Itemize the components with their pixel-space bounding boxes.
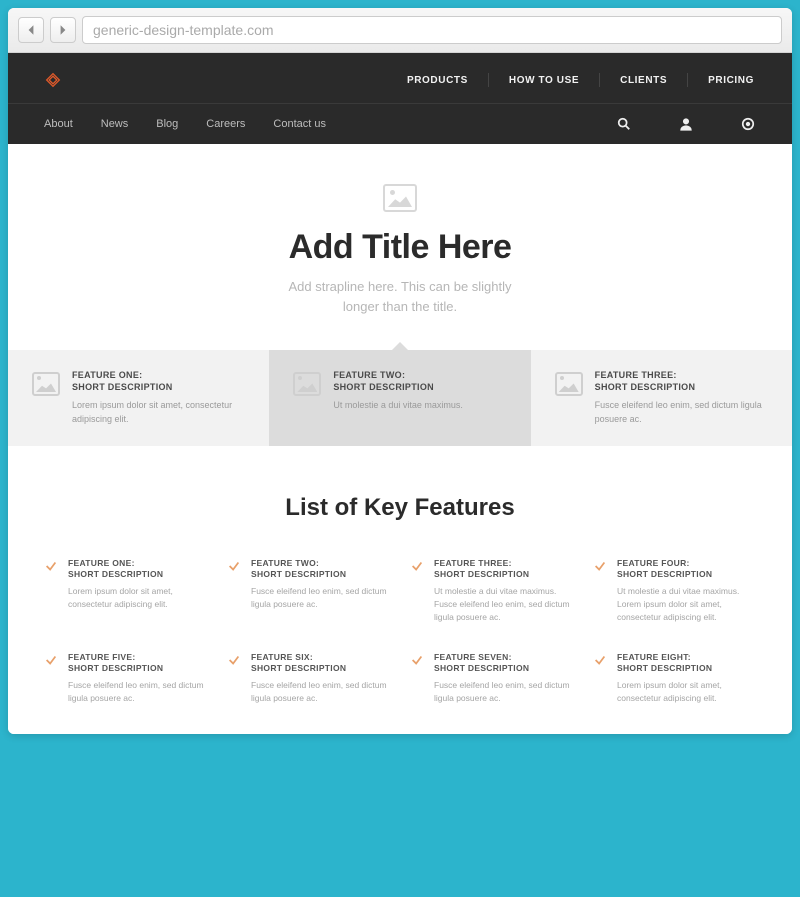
key-feature-item: FEATURE ONE: SHORT DESCRIPTION Lorem ips… — [44, 558, 207, 623]
key-feature-item: FEATURE THREE: SHORT DESCRIPTION Ut mole… — [410, 558, 573, 623]
key-feature-title: FEATURE FIVE: SHORT DESCRIPTION — [68, 652, 207, 674]
hero-strapline: Add strapline here. This can be slightly… — [280, 277, 520, 316]
key-feature-desc: Ut molestie a dui vitae maximus. Fusce e… — [434, 585, 573, 623]
subnav-news[interactable]: News — [101, 118, 129, 130]
key-feature-desc: Fusce eleifend leo enim, sed dictum ligu… — [251, 679, 390, 705]
key-feature-title: FEATURE EIGHT: SHORT DESCRIPTION — [617, 652, 756, 674]
check-icon — [44, 653, 58, 667]
feature-card-3[interactable]: FEATURE THREE: SHORT DESCRIPTION Fusce e… — [531, 350, 792, 446]
feature-card-1[interactable]: FEATURE ONE: SHORT DESCRIPTION Lorem ips… — [8, 350, 269, 446]
logo-icon[interactable] — [44, 71, 62, 89]
key-feature-item: FEATURE SIX: SHORT DESCRIPTION Fusce ele… — [227, 652, 390, 705]
check-icon — [227, 653, 241, 667]
key-feature-desc: Fusce eleifend leo enim, sed dictum ligu… — [251, 585, 390, 611]
nav-separator — [488, 73, 489, 87]
nav-clients[interactable]: CLIENTS — [618, 75, 669, 86]
check-icon — [593, 653, 607, 667]
image-placeholder-icon — [555, 372, 583, 396]
feature-card-desc: Lorem ipsum dolor sit amet, consectetur … — [72, 399, 249, 426]
nav-separator — [687, 73, 688, 87]
feature-card-desc: Fusce eleifend leo enim, sed dictum ligu… — [595, 399, 772, 426]
help-icon[interactable] — [740, 116, 756, 132]
search-icon[interactable] — [616, 116, 632, 132]
nav-how-to-use[interactable]: HOW TO USE — [507, 75, 581, 86]
key-features-section: List of Key Features FEATURE ONE: SHORT … — [8, 446, 792, 734]
key-feature-title: FEATURE FOUR: SHORT DESCRIPTION — [617, 558, 756, 580]
key-feature-desc: Ut molestie a dui vitae maximus. Lorem i… — [617, 585, 756, 623]
subnav-blog[interactable]: Blog — [156, 118, 178, 130]
browser-chrome — [8, 8, 792, 53]
browser-back-button[interactable] — [18, 17, 44, 43]
subnav-about[interactable]: About — [44, 118, 73, 130]
key-features-heading: List of Key Features — [44, 494, 756, 522]
nav-separator — [599, 73, 600, 87]
check-icon — [227, 559, 241, 573]
check-icon — [44, 559, 58, 573]
image-placeholder-icon — [32, 372, 60, 396]
subnav-contact[interactable]: Contact us — [273, 118, 326, 130]
key-feature-title: FEATURE TWO: SHORT DESCRIPTION — [251, 558, 390, 580]
feature-card-title: FEATURE THREE: SHORT DESCRIPTION — [595, 370, 772, 393]
key-feature-desc: Fusce eleifend leo enim, sed dictum ligu… — [68, 679, 207, 705]
subnav-careers[interactable]: Careers — [206, 118, 245, 130]
feature-card-2[interactable]: FEATURE TWO: SHORT DESCRIPTION Ut molest… — [269, 350, 530, 446]
browser-window: PRODUCTS HOW TO USE CLIENTS PRICING Abou… — [8, 8, 792, 734]
key-feature-desc: Lorem ipsum dolor sit amet, consectetur … — [617, 679, 756, 705]
primary-nav: PRODUCTS HOW TO USE CLIENTS PRICING — [8, 53, 792, 104]
key-feature-desc: Fusce eleifend leo enim, sed dictum ligu… — [434, 679, 573, 705]
check-icon — [410, 559, 424, 573]
user-icon[interactable] — [678, 116, 694, 132]
hero-title: Add Title Here — [28, 228, 772, 267]
image-placeholder-icon — [383, 184, 417, 212]
check-icon — [410, 653, 424, 667]
secondary-nav: About News Blog Careers Contact us — [8, 104, 792, 144]
key-feature-item: FEATURE SEVEN: SHORT DESCRIPTION Fusce e… — [410, 652, 573, 705]
key-feature-title: FEATURE THREE: SHORT DESCRIPTION — [434, 558, 573, 580]
site-header: PRODUCTS HOW TO USE CLIENTS PRICING Abou… — [8, 53, 792, 144]
key-feature-item: FEATURE FOUR: SHORT DESCRIPTION Ut moles… — [593, 558, 756, 623]
key-feature-item: FEATURE EIGHT: SHORT DESCRIPTION Lorem i… — [593, 652, 756, 705]
nav-pricing[interactable]: PRICING — [706, 75, 756, 86]
nav-products[interactable]: PRODUCTS — [405, 75, 470, 86]
check-icon — [593, 559, 607, 573]
image-placeholder-icon — [293, 372, 321, 396]
feature-card-title: FEATURE ONE: SHORT DESCRIPTION — [72, 370, 249, 393]
url-bar[interactable] — [82, 16, 782, 44]
key-feature-item: FEATURE TWO: SHORT DESCRIPTION Fusce ele… — [227, 558, 390, 623]
feature-card-title: FEATURE TWO: SHORT DESCRIPTION — [333, 370, 510, 393]
page-content: PRODUCTS HOW TO USE CLIENTS PRICING Abou… — [8, 53, 792, 734]
feature-card-desc: Ut molestie a dui vitae maximus. — [333, 399, 510, 413]
key-features-grid: FEATURE ONE: SHORT DESCRIPTION Lorem ips… — [44, 558, 756, 704]
hero-section: Add Title Here Add strapline here. This … — [8, 144, 792, 350]
key-feature-item: FEATURE FIVE: SHORT DESCRIPTION Fusce el… — [44, 652, 207, 705]
key-feature-title: FEATURE SEVEN: SHORT DESCRIPTION — [434, 652, 573, 674]
key-feature-desc: Lorem ipsum dolor sit amet, consectetur … — [68, 585, 207, 611]
key-feature-title: FEATURE ONE: SHORT DESCRIPTION — [68, 558, 207, 580]
feature-strip: FEATURE ONE: SHORT DESCRIPTION Lorem ips… — [8, 350, 792, 446]
key-feature-title: FEATURE SIX: SHORT DESCRIPTION — [251, 652, 390, 674]
browser-forward-button[interactable] — [50, 17, 76, 43]
